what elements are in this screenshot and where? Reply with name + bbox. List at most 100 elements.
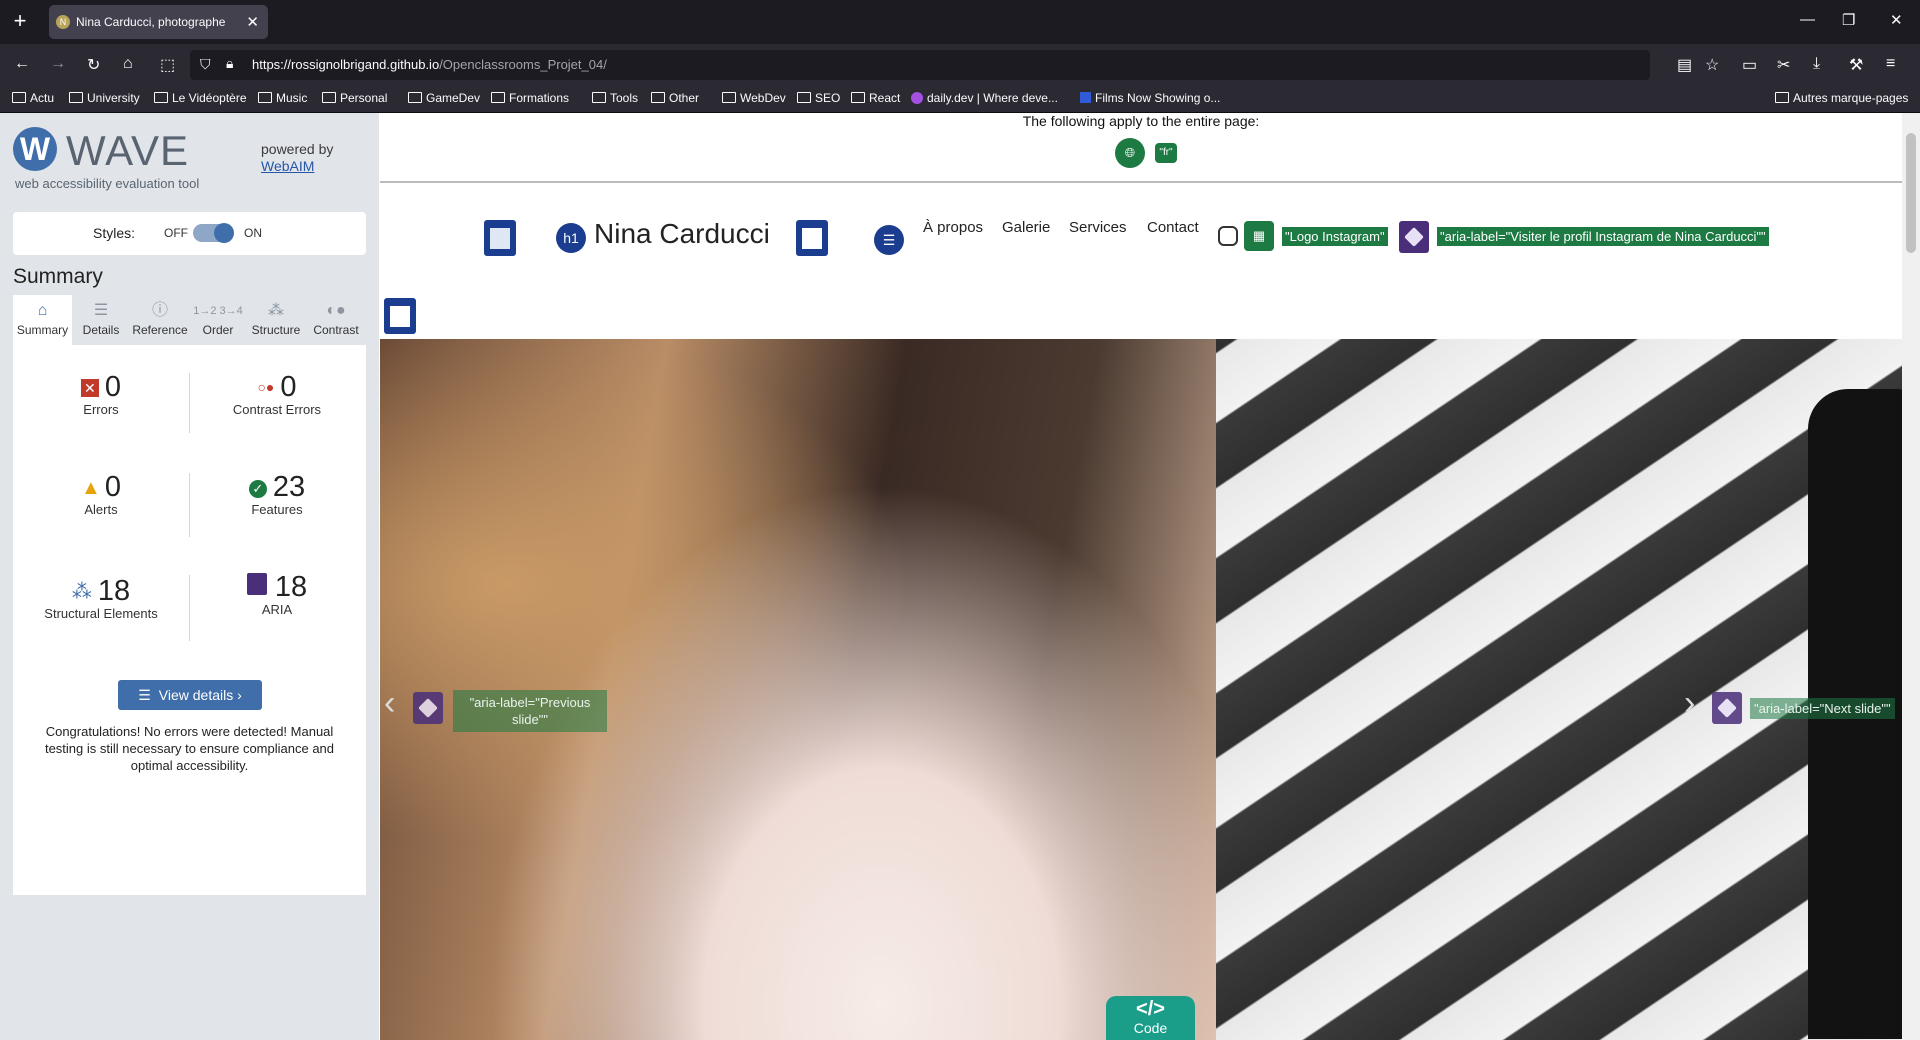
extension-icon[interactable]: ⬚ (160, 55, 175, 75)
tab-structure[interactable]: ⁂ Structure (246, 295, 306, 345)
contrast-icon: ◐● (326, 302, 346, 319)
bookmark-item[interactable]: Formations (491, 91, 569, 105)
styles-toggle-box: Styles: OFF ON (13, 212, 366, 255)
styles-on-label: ON (244, 226, 262, 240)
reload-icon[interactable]: ↻ (87, 55, 100, 75)
tab-contrast[interactable]: ◐● Contrast (306, 295, 366, 345)
browser-tab-bar: + N Nina Carducci, photographe ✕ — ❐ ✕ (0, 0, 1920, 44)
window-close-icon[interactable]: ✕ (1890, 11, 1903, 29)
lang-badge[interactable]: "fr" (1155, 143, 1177, 163)
nav-link-apropos[interactable]: À propos (923, 219, 983, 236)
bookmark-item[interactable]: daily.dev | Where deve... (911, 91, 1058, 105)
bookmark-item[interactable]: Personal (322, 91, 387, 105)
back-icon[interactable]: ← (14, 55, 30, 73)
scrollbar-thumb[interactable] (1906, 133, 1916, 253)
stat-contrast-errors[interactable]: ○● 0 Contrast Errors (189, 371, 365, 417)
list-icon: ☰ (93, 302, 109, 319)
aria-label-icon[interactable] (1399, 221, 1429, 253)
bookmark-item[interactable]: GameDev (408, 91, 480, 105)
language-globe-icon[interactable]: 🌐︎ (1115, 138, 1145, 168)
folder-icon (258, 92, 272, 103)
folder-icon (154, 92, 168, 103)
error-icon: ✕ (80, 379, 99, 397)
powered-by: powered by WebAIM (261, 141, 334, 174)
summary-panel: ✕ 0 Errors ○● 0 Contrast Errors ▲ 0 Alerts … (13, 345, 366, 895)
summary-title: Summary (13, 265, 103, 288)
folder-icon (797, 92, 811, 103)
nav-link-galerie[interactable]: Galerie (1002, 219, 1050, 236)
folder-icon (12, 92, 26, 103)
prev-arrow-icon[interactable]: ‹ (384, 684, 395, 723)
reader-icon[interactable]: ▤ (1677, 55, 1692, 75)
view-details-button[interactable]: ☰ View details › (118, 680, 262, 710)
webaim-link[interactable]: WebAIM (261, 158, 314, 174)
tab-close-icon[interactable]: ✕ (246, 13, 259, 31)
tab-details[interactable]: ☰ Details (72, 295, 130, 345)
folder-icon (851, 92, 865, 103)
tab-title: Nina Carducci, photographe (76, 15, 226, 29)
next-arrow-icon[interactable]: › (1684, 684, 1695, 723)
lock-icon[interactable]: 🔒︎ (226, 55, 233, 72)
minimize-icon[interactable]: — (1800, 11, 1815, 28)
main-region-icon[interactable] (384, 298, 416, 334)
bookmark-star-icon[interactable]: ☆ (1705, 55, 1719, 75)
contrast-error-icon: ○● (257, 379, 275, 395)
tab-order[interactable]: 1→2 3→4 Order (190, 295, 246, 345)
aria-label-icon[interactable] (1712, 692, 1742, 724)
applies-note: The following apply to the entire page: (1022, 113, 1260, 129)
aria-label-icon[interactable] (413, 692, 443, 724)
h1-icon[interactable]: h1 (556, 223, 586, 253)
bookmark-item[interactable]: Tools (592, 91, 638, 105)
tab-reference[interactable]: ⓘ Reference (130, 295, 190, 345)
instagram-icon[interactable] (1218, 226, 1238, 246)
home-icon[interactable]: ⌂ (123, 55, 133, 73)
code-toggle-button[interactable]: </> Code (1106, 996, 1195, 1040)
stat-alerts[interactable]: ▲ 0 Alerts (13, 471, 189, 517)
bookmark-item[interactable]: WebDev (722, 91, 786, 105)
screenshot-icon[interactable]: ✂ (1777, 55, 1790, 75)
nav-link-services[interactable]: Services (1069, 219, 1127, 236)
stat-errors[interactable]: ✕ 0 Errors (13, 371, 189, 417)
browser-tab[interactable]: N Nina Carducci, photographe ✕ (49, 5, 268, 39)
nav-link-contact[interactable]: Contact (1147, 219, 1199, 236)
next-slide-label: "aria-label="Next slide"" (1750, 698, 1895, 719)
forward-icon[interactable]: → (50, 55, 66, 73)
page-scrollbar[interactable] (1902, 113, 1920, 1040)
styles-toggle[interactable] (193, 223, 234, 243)
site-title: Nina Carducci (594, 218, 770, 249)
download-icon[interactable]: ⤓ (1813, 55, 1820, 73)
order-icon: 1→2 3→4 (193, 305, 243, 317)
header-region-icon[interactable] (484, 220, 516, 256)
list-icon: ☰ (138, 687, 151, 703)
stat-aria[interactable]: 18 ARIA (189, 571, 365, 617)
bookmark-item[interactable]: University (69, 91, 140, 105)
stat-features[interactable]: ✓ 23 Features (189, 471, 365, 517)
bookmark-item[interactable]: SEO (797, 91, 840, 105)
folder-icon (69, 92, 83, 103)
tab-summary[interactable]: ⌂ Summary (13, 295, 72, 345)
list-icon[interactable]: ☰ (874, 225, 904, 255)
bookmark-item[interactable]: React (851, 91, 900, 105)
nav-region-icon[interactable] (796, 220, 828, 256)
folder-icon[interactable]: ▭ (1742, 55, 1757, 75)
restore-icon[interactable]: ❐ (1842, 11, 1855, 29)
bookmark-item[interactable]: Other (651, 91, 699, 105)
new-tab-button[interactable]: + (10, 10, 30, 34)
tools-icon[interactable]: ⚒ (1849, 55, 1863, 75)
url-bar[interactable]: ⛉ 🔒︎ https://rossignolbrigand.github.io/… (190, 50, 1650, 80)
wave-name: WAVE (66, 127, 190, 174)
structure-icon: ⁂ (71, 581, 92, 603)
bookmark-item[interactable]: Music (258, 91, 307, 105)
shield-icon[interactable]: ⛉ (200, 56, 211, 73)
bookmark-item[interactable]: Le Vidéoptère (154, 91, 247, 105)
folder-icon (722, 92, 736, 103)
menu-icon[interactable]: ≡ (1886, 55, 1895, 73)
dailydev-icon (911, 92, 923, 104)
structure-icon: ⁂ (268, 302, 284, 319)
stat-structural[interactable]: ⁂ 18 Structural Elements (13, 575, 189, 621)
folder-icon (1775, 92, 1789, 103)
bookmark-item[interactable]: Autres marque-pages (1775, 91, 1908, 105)
bookmark-item[interactable]: Films Now Showing o... (1080, 91, 1220, 105)
bookmark-item[interactable]: Actu (12, 91, 54, 105)
alt-text-icon[interactable]: ▦ (1244, 221, 1274, 251)
